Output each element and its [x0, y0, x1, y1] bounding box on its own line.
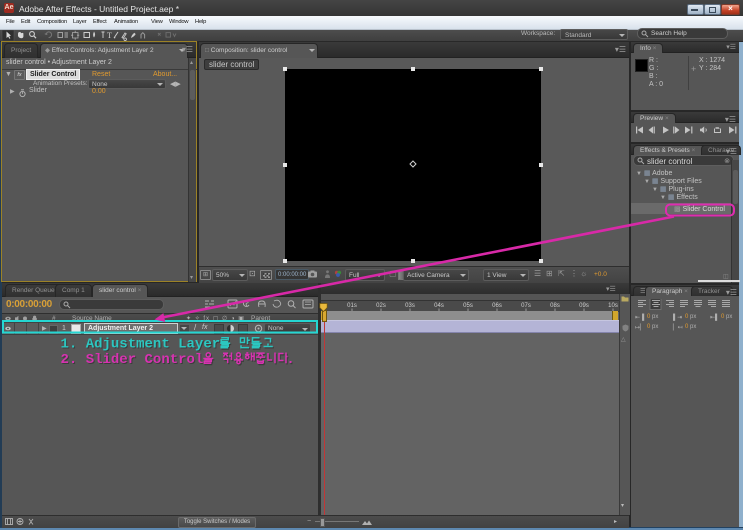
svg-text:1. Adjustment Layer: 1. Adjustment Layer [61, 337, 221, 353]
svg-text:2. Slider Control: 2. Slider Control [61, 352, 204, 368]
